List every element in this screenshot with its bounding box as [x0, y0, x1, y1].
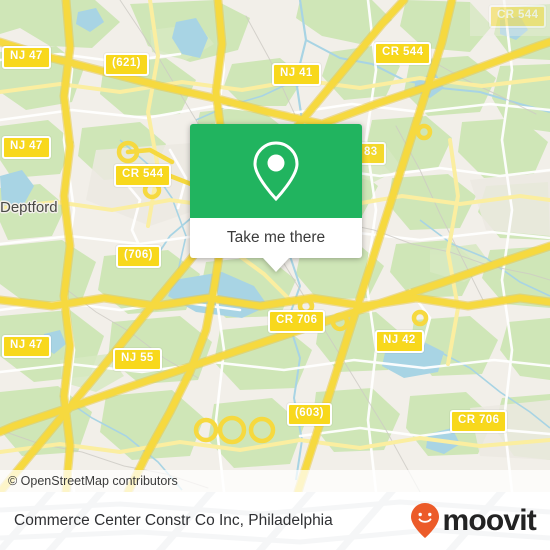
moovit-map-page: .forest { fill:#cfe6b7; } .forest2{ fill…	[0, 0, 550, 550]
page-footer: Commerce Center Constr Co Inc, Philadelp…	[0, 492, 550, 550]
road-shield-cr-544-ne: CR 544	[489, 5, 547, 28]
moovit-pin-icon	[411, 503, 440, 538]
road-shield-nj-55: NJ 55	[113, 348, 162, 371]
footer-content: Commerce Center Constr Co Inc, Philadelp…	[0, 492, 550, 550]
popup-tail	[263, 258, 289, 272]
road-shield-nj-47-sw: NJ 47	[2, 335, 51, 358]
moovit-wordmark: moovit	[442, 504, 536, 537]
map-canvas[interactable]: .forest { fill:#cfe6b7; } .forest2{ fill…	[0, 0, 550, 492]
moovit-logo[interactable]: moovit	[410, 502, 537, 540]
road-shield-cr-544-c: CR 544	[114, 164, 172, 187]
road-shield-706-c: (706)	[116, 245, 161, 268]
road-shield-cr-706-c: CR 706	[268, 310, 326, 333]
road-shield-nj-41: NJ 41	[272, 63, 321, 86]
map-pin-icon	[253, 141, 299, 202]
location-title: Commerce Center Constr Co Inc, Philadelp…	[14, 512, 333, 530]
place-label-deptford: Deptford	[0, 199, 58, 216]
take-me-there-label: Take me there	[226, 229, 326, 247]
road-shield-cr-544-n: CR 544	[374, 42, 432, 65]
road-shield-nj-42: NJ 42	[375, 330, 424, 353]
map-attribution[interactable]: © OpenStreetMap contributors	[0, 470, 550, 492]
road-shield-621: (621)	[104, 53, 149, 76]
road-shield-603: (603)	[287, 403, 332, 426]
road-shield-nj-47-w: NJ 47	[2, 136, 51, 159]
popup-header	[190, 124, 362, 218]
road-shield-nj-47-nw: NJ 47	[2, 46, 51, 69]
popup-action[interactable]: Take me there	[190, 218, 362, 258]
location-popup[interactable]: Take me there	[190, 124, 362, 272]
road-shield-cr-706-se: CR 706	[450, 410, 508, 433]
